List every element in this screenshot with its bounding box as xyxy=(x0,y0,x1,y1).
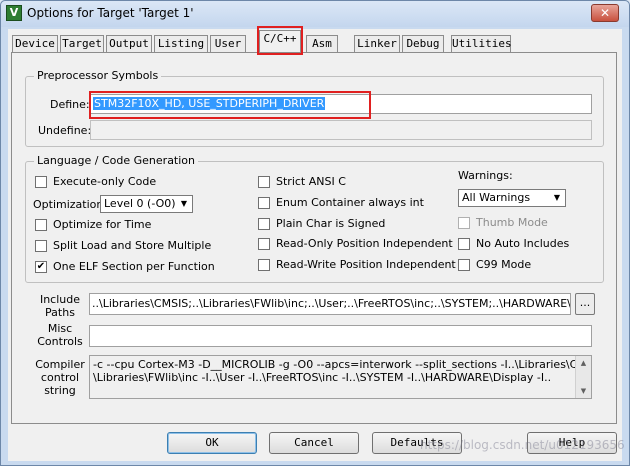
split-load-label: Split Load and Store Multiple xyxy=(53,239,212,252)
thumb-mode-label: Thumb Mode xyxy=(476,216,548,229)
language-group-label: Language / Code Generation xyxy=(34,154,199,167)
warnings-label: Warnings: xyxy=(458,169,513,182)
keil-app-icon: V xyxy=(6,5,22,21)
warnings-value: All Warnings xyxy=(462,191,531,204)
tab-asm[interactable]: Asm xyxy=(306,35,338,52)
enum-container-label: Enum Container always int xyxy=(276,196,424,209)
optimization-value: Level 0 (-O0) xyxy=(104,197,176,210)
enum-container-box[interactable] xyxy=(258,197,270,209)
compiler-control-line-2: \Libraries\FWlib\inc -I..\User -I..\Free… xyxy=(93,371,552,384)
plain-char-box[interactable] xyxy=(258,218,270,230)
rw-position-label: Read-Write Position Independent xyxy=(276,258,456,271)
c99-mode-box[interactable] xyxy=(458,259,470,271)
undefine-label: Undefine: xyxy=(38,124,92,137)
ro-position-label: Read-Only Position Independent xyxy=(276,237,453,250)
compiler-control-line-1: -c --cpu Cortex-M3 -D__MICROLIB -g -O0 -… xyxy=(93,358,592,371)
ok-button[interactable]: OK xyxy=(167,432,257,454)
execute-only-label: Execute-only Code xyxy=(53,175,157,188)
strict-ansi-label: Strict ANSI C xyxy=(276,175,346,188)
tab-utilities[interactable]: Utilities xyxy=(451,35,512,52)
no-auto-includes-box[interactable] xyxy=(458,238,470,250)
undefine-field[interactable] xyxy=(90,120,592,140)
tab-highlight-box xyxy=(257,26,303,55)
ro-position-box[interactable] xyxy=(258,238,270,250)
optimization-label: Optimization: xyxy=(33,198,108,211)
c99-mode-label: C99 Mode xyxy=(476,258,532,271)
window-title: Options for Target 'Target 1' xyxy=(27,6,194,20)
tab-user[interactable]: User xyxy=(210,35,246,52)
scroll-down-icon[interactable]: ▼ xyxy=(576,384,591,398)
plain-char-label: Plain Char is Signed xyxy=(276,217,386,230)
tab-target[interactable]: Target xyxy=(60,35,104,52)
cancel-button[interactable]: Cancel xyxy=(269,432,359,454)
title-bar[interactable]: V Options for Target 'Target 1' ✕ xyxy=(1,1,629,27)
define-label: Define: xyxy=(50,98,90,111)
chevron-down-icon: ▼ xyxy=(553,193,561,202)
rw-position-box[interactable] xyxy=(258,259,270,271)
thumb-mode-box xyxy=(458,217,470,229)
chevron-down-icon: ▼ xyxy=(180,199,188,208)
split-load-box[interactable] xyxy=(35,240,47,252)
tab-linker[interactable]: Linker xyxy=(354,35,400,52)
checkmark-icon[interactable]: ✔ xyxy=(35,261,47,273)
execute-only-box[interactable] xyxy=(35,176,47,188)
browse-include-paths-button[interactable]: ... xyxy=(575,293,595,315)
misc-controls-field[interactable] xyxy=(89,325,592,347)
scroll-up-icon[interactable]: ▲ xyxy=(576,356,591,370)
include-paths-field[interactable]: ..\Libraries\CMSIS;..\Libraries\FWlib\in… xyxy=(89,293,571,315)
preprocessor-group-label: Preprocessor Symbols xyxy=(34,69,162,82)
include-paths-label: Include Paths xyxy=(39,293,81,319)
watermark-text: https://blog.csdn.net/u012193656 xyxy=(420,438,625,452)
compiler-control-label: Compiler control string xyxy=(35,358,85,397)
one-elf-label: One ELF Section per Function xyxy=(53,260,215,273)
optimization-select[interactable]: Level 0 (-O0) ▼ xyxy=(100,195,193,213)
tab-output[interactable]: Output xyxy=(106,35,152,52)
misc-controls-label: Misc Controls xyxy=(37,322,83,348)
compiler-control-scrollbar[interactable]: ▲ ▼ xyxy=(575,356,591,398)
tab-device[interactable]: Device xyxy=(12,35,58,52)
define-highlight-box xyxy=(89,91,371,119)
strict-ansi-box[interactable] xyxy=(258,176,270,188)
close-button[interactable]: ✕ xyxy=(591,4,619,22)
tab-listing[interactable]: Listing xyxy=(154,35,208,52)
no-auto-includes-label: No Auto Includes xyxy=(476,237,570,250)
optimize-time-box[interactable] xyxy=(35,219,47,231)
tab-debug[interactable]: Debug xyxy=(402,35,444,52)
warnings-select[interactable]: All Warnings ▼ xyxy=(458,189,566,207)
optimize-time-label: Optimize for Time xyxy=(53,218,152,231)
compiler-control-field[interactable]: -c --cpu Cortex-M3 -D__MICROLIB -g -O0 -… xyxy=(89,355,592,399)
